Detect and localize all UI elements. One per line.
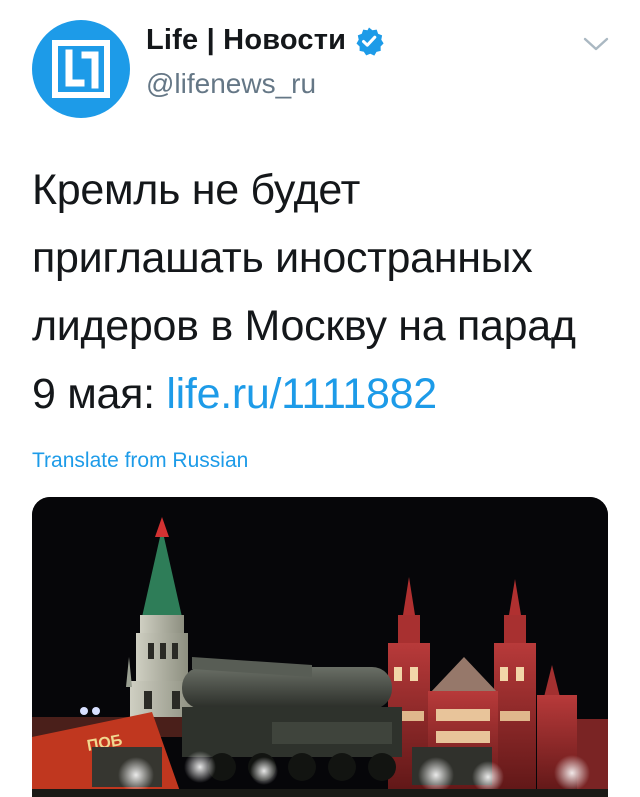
tweet-link[interactable]: life.ru/1111882: [166, 370, 437, 418]
display-name[interactable]: Life | Новости: [146, 24, 346, 57]
account-name-row[interactable]: Life | Новости: [146, 24, 384, 57]
tweet-line-4-prefix: 9 мая:: [32, 370, 167, 418]
avatar[interactable]: [32, 20, 130, 118]
tweet-line-2: приглашать иностранных: [32, 234, 533, 282]
tweet-line-4: 9 мая: life.ru/1111882: [32, 360, 622, 428]
tweet-media-image[interactable]: ПОБ: [32, 497, 608, 797]
tweet-line-1: Кремль не будет: [32, 166, 361, 214]
tweet-text: Кремль не будет приглашать иностранных л…: [32, 156, 622, 428]
life-logo-icon: [52, 40, 110, 98]
verified-badge-icon: [356, 27, 384, 56]
tweet-line-3: лидеров в Москву на парад: [32, 302, 576, 350]
chevron-down-icon[interactable]: [582, 34, 610, 54]
translate-link[interactable]: Translate from Russian: [32, 449, 248, 473]
red-square-night-photo: ПОБ: [32, 497, 608, 797]
account-handle[interactable]: @lifenews_ru: [146, 68, 316, 100]
